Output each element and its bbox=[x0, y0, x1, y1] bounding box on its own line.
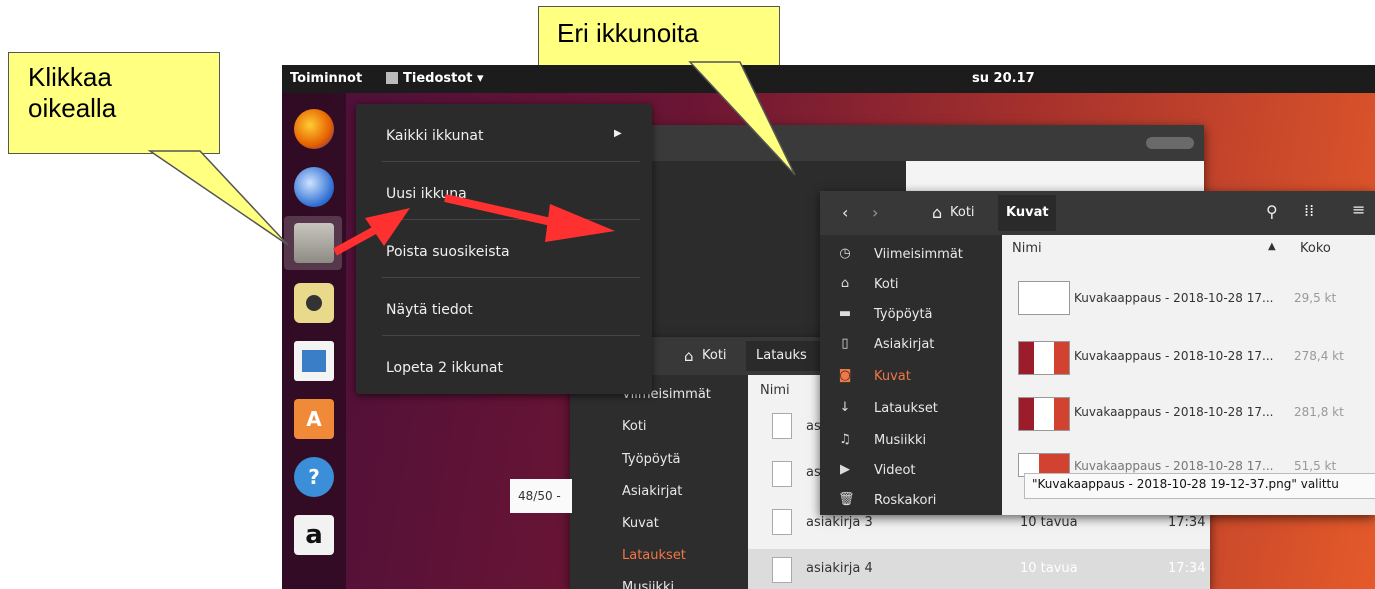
arrow-line bbox=[444, 194, 561, 228]
callout-tail bbox=[688, 61, 796, 176]
arrow-head bbox=[545, 204, 615, 242]
arrow-line bbox=[333, 226, 377, 256]
annotation-overlay bbox=[147, 61, 796, 256]
arrow-head bbox=[365, 208, 410, 246]
callout-tail bbox=[147, 150, 289, 246]
